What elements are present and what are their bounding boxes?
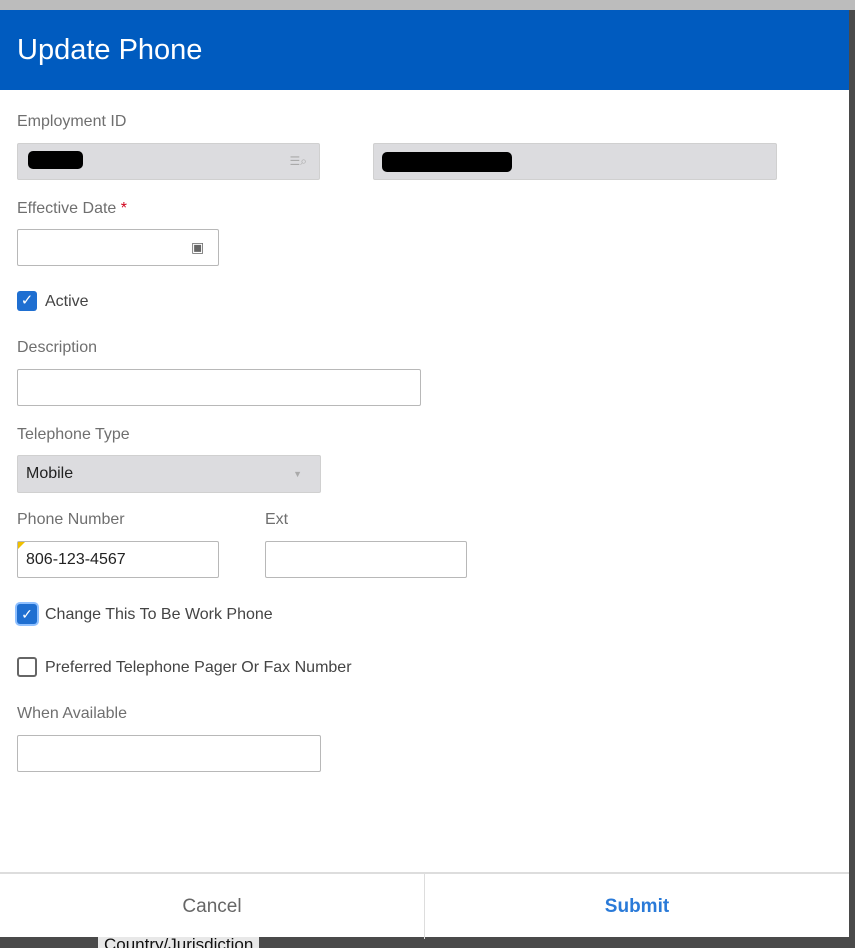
when-available-label: When Available	[17, 705, 127, 722]
chevron-down-icon: ▼	[293, 469, 302, 479]
description-label: Description	[17, 339, 98, 356]
description-input[interactable]	[17, 369, 421, 406]
telephone-type-select[interactable]: Mobile ▼	[17, 455, 321, 493]
employee-name-field	[373, 143, 777, 180]
employment-id-input[interactable]: ☰⌕	[17, 143, 320, 180]
phone-number-input[interactable]: 806-123-4567	[17, 541, 219, 578]
when-available-input[interactable]	[17, 735, 321, 772]
background-strip	[0, 0, 855, 10]
submit-button[interactable]: Submit	[425, 874, 849, 939]
preferred-number-checkbox[interactable]	[17, 657, 37, 677]
required-marker: *	[120, 200, 127, 217]
dialog-title: Update Phone	[0, 10, 849, 90]
phone-number-value: 806-123-4567	[26, 551, 126, 568]
phone-number-label: Phone Number	[17, 511, 125, 528]
lookup-icon[interactable]: ☰⌕	[290, 144, 307, 179]
employment-id-label: Employment ID	[17, 113, 127, 130]
active-checkbox[interactable]: ✓	[17, 291, 37, 311]
work-phone-checkbox[interactable]: ✓	[17, 604, 37, 624]
redacted-value	[382, 152, 512, 172]
effective-date-input[interactable]	[17, 229, 219, 266]
work-phone-label: Change This To Be Work Phone	[45, 606, 273, 623]
ext-input[interactable]	[265, 541, 467, 578]
telephone-type-label: Telephone Type	[17, 426, 130, 443]
changed-indicator	[18, 542, 25, 549]
redacted-value	[28, 151, 83, 169]
cancel-button[interactable]: Cancel	[0, 874, 425, 939]
active-label: Active	[45, 293, 89, 310]
calendar-icon[interactable]: ▣	[191, 239, 204, 256]
update-phone-dialog: Update Phone Employment ID ☰⌕ Effective …	[0, 10, 849, 939]
preferred-number-label: Preferred Telephone Pager Or Fax Number	[45, 659, 352, 676]
telephone-type-value: Mobile	[26, 465, 74, 482]
ext-label: Ext	[265, 511, 289, 528]
effective-date-label: Effective Date *	[17, 200, 127, 217]
dialog-footer: Cancel Submit	[0, 872, 849, 939]
